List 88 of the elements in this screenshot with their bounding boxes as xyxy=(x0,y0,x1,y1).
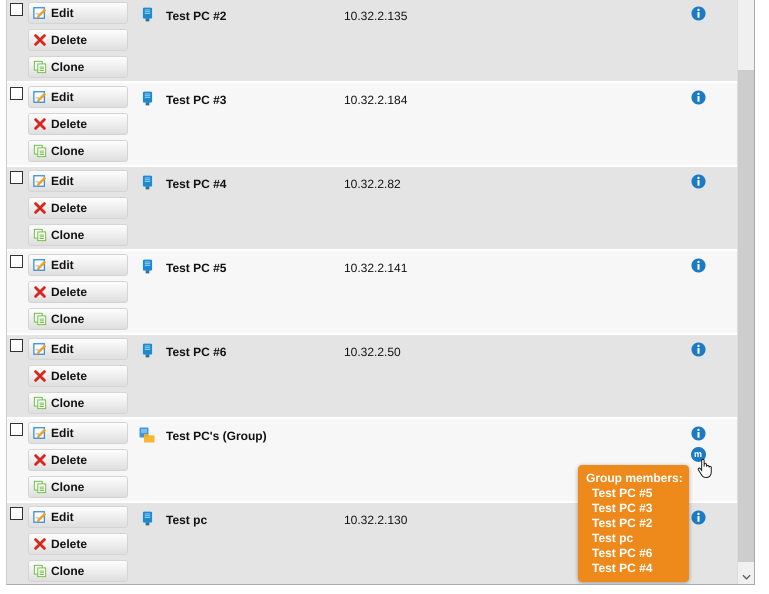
clone-icon xyxy=(33,144,47,158)
clone-button[interactable]: Clone xyxy=(28,560,128,582)
computer-icon xyxy=(142,7,152,22)
edit-icon xyxy=(33,510,47,524)
hand-cursor-icon xyxy=(697,458,712,479)
ip-address: 10.32.2.141 xyxy=(344,261,408,275)
clone-icon xyxy=(33,396,47,410)
clone-icon xyxy=(33,480,47,494)
delete-button[interactable]: Delete xyxy=(28,197,128,219)
device-name: Test PC #6 xyxy=(166,344,228,359)
delete-icon xyxy=(33,33,47,47)
info-icon[interactable] xyxy=(690,342,706,357)
clone-button[interactable]: Clone xyxy=(28,224,128,246)
ip-address: 10.32.2.130 xyxy=(344,513,408,527)
device-name: Test PC's (Group) xyxy=(166,428,268,443)
info-icon[interactable] xyxy=(690,258,706,273)
edit-icon xyxy=(33,6,47,20)
edit-button[interactable]: Edit xyxy=(28,506,128,528)
delete-icon xyxy=(33,201,47,215)
clone-button[interactable]: Clone xyxy=(28,308,128,330)
clone-icon xyxy=(33,564,47,578)
info-icon[interactable] xyxy=(690,426,706,441)
scrollbar[interactable] xyxy=(737,0,754,584)
computer-folder-icon xyxy=(139,427,155,443)
edit-button[interactable]: Edit xyxy=(28,254,128,276)
delete-icon xyxy=(33,537,47,551)
member-name: Test PC #6 xyxy=(591,546,654,561)
delete-icon xyxy=(33,453,47,467)
clone-button[interactable]: Clone xyxy=(28,476,128,498)
computer-icon xyxy=(142,259,152,274)
row-checkbox[interactable] xyxy=(10,171,23,184)
edit-icon xyxy=(33,174,47,188)
member-name: Test PC #4 xyxy=(591,561,654,576)
delete-button[interactable]: Delete xyxy=(28,365,128,387)
member-name: Test PC #2 xyxy=(591,516,654,531)
member-name: Test pc xyxy=(591,531,634,546)
info-icon[interactable] xyxy=(690,90,706,105)
delete-button[interactable]: Delete xyxy=(28,533,128,555)
edit-button[interactable]: Edit xyxy=(28,422,128,444)
delete-icon xyxy=(33,117,47,131)
delete-icon xyxy=(33,285,47,299)
ip-address: 10.32.2.135 xyxy=(344,9,408,23)
delete-button[interactable]: Delete xyxy=(28,281,128,303)
members-button[interactable]: m xyxy=(690,447,706,462)
row-checkbox[interactable] xyxy=(10,423,23,436)
clone-button[interactable]: Clone xyxy=(28,56,128,78)
ip-address: 10.32.2.82 xyxy=(344,177,401,191)
delete-button[interactable]: Delete xyxy=(28,449,128,471)
edit-icon xyxy=(33,258,47,272)
ip-address: 10.32.2.184 xyxy=(344,93,408,107)
computer-icon xyxy=(142,91,152,106)
row-checkbox[interactable] xyxy=(10,255,23,268)
device-name: Test PC #3 xyxy=(166,92,228,107)
info-icon[interactable] xyxy=(690,174,706,189)
clone-button[interactable]: Clone xyxy=(28,140,128,162)
row-checkbox[interactable] xyxy=(10,339,23,352)
member-name: Test PC #5 xyxy=(591,486,654,501)
clone-icon xyxy=(33,312,47,326)
computer-icon xyxy=(142,511,152,526)
info-icon[interactable] xyxy=(690,6,706,21)
edit-icon xyxy=(33,90,47,104)
device-name: Test PC #2 xyxy=(166,8,228,23)
device-name: Test PC #5 xyxy=(166,260,228,275)
member-name: Test PC #3 xyxy=(591,501,654,516)
delete-button[interactable]: Delete xyxy=(28,29,128,51)
edit-button[interactable]: Edit xyxy=(28,2,128,24)
clone-button[interactable]: Clone xyxy=(28,392,128,414)
row-checkbox[interactable] xyxy=(10,3,23,16)
tooltip-title: Group members: xyxy=(586,471,683,486)
edit-icon xyxy=(33,342,47,356)
clone-icon xyxy=(33,228,47,242)
edit-icon xyxy=(33,426,47,440)
delete-icon xyxy=(33,369,47,383)
computer-icon xyxy=(142,175,152,190)
clone-icon xyxy=(33,60,47,74)
scrollbar-thumb[interactable] xyxy=(738,70,754,562)
device-name: Test pc xyxy=(166,512,208,527)
ip-address: 10.32.2.50 xyxy=(344,345,401,359)
edit-button[interactable]: Edit xyxy=(28,338,128,360)
edit-button[interactable]: Edit xyxy=(28,86,128,108)
info-icon[interactable] xyxy=(690,510,706,525)
delete-button[interactable]: Delete xyxy=(28,113,128,135)
row-checkbox[interactable] xyxy=(10,507,23,520)
device-name: Test PC #4 xyxy=(166,176,228,191)
edit-button[interactable]: Edit xyxy=(28,170,128,192)
computer-icon xyxy=(142,343,152,358)
scroll-down-icon[interactable] xyxy=(742,574,752,580)
row-checkbox[interactable] xyxy=(10,87,23,100)
